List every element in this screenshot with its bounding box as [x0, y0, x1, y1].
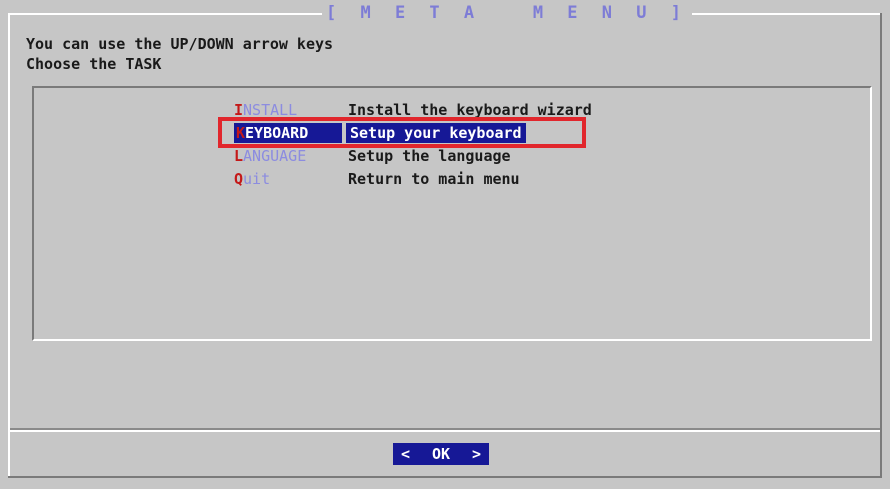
menu-item-tag: KEYBOARD	[234, 123, 342, 143]
button-bar-separator	[10, 430, 880, 432]
menu-item-description: Install the keyboard wizard	[348, 101, 592, 119]
menu-item-hotkey: I	[234, 101, 244, 119]
menu-item-description: Setup your keyboard	[346, 123, 526, 143]
menu-item-quit[interactable]: Quit Return to main menu	[234, 169, 520, 189]
menu-item-keyboard[interactable]: KEYBOARD Setup your keyboard	[234, 123, 526, 143]
ok-left-arrow: <	[401, 445, 411, 463]
menu-item-tag-rest: EYBOARD	[245, 124, 309, 142]
menu-item-tag: Quit	[234, 169, 344, 189]
menu-item-hotkey: Q	[234, 170, 244, 188]
dialog-title: [ M E T A M E N U ]	[322, 3, 692, 23]
menu-item-tag-rest: ANGUAGE	[243, 147, 307, 165]
task-menu-list: INSTALL Install the keyboard wizard KEYB…	[32, 86, 872, 341]
prompt-line-2: Choose the TASK	[26, 55, 162, 73]
menu-item-tag: LANGUAGE	[234, 146, 344, 166]
ok-button-label: OK	[431, 445, 451, 463]
menu-item-tag-rest: NSTALL	[243, 101, 298, 119]
menu-item-tag-rest: uit	[243, 170, 271, 188]
menu-item-hotkey: L	[234, 147, 244, 165]
meta-menu-dialog: [ M E T A M E N U ] You can use the UP/D…	[0, 0, 890, 489]
prompt-line-1: You can use the UP/DOWN arrow keys	[26, 35, 334, 53]
dialog-frame-right	[880, 13, 882, 478]
menu-item-language[interactable]: LANGUAGE Setup the language	[234, 146, 511, 166]
ok-right-arrow: >	[471, 445, 481, 463]
menu-item-description: Return to main menu	[348, 170, 520, 188]
menu-item-tag: INSTALL	[234, 100, 344, 120]
menu-item-description: Setup the language	[348, 147, 511, 165]
menu-item-hotkey: K	[236, 124, 246, 142]
dialog-frame-bottom	[8, 476, 882, 478]
dialog-frame-left	[8, 13, 10, 478]
ok-button[interactable]: < OK >	[393, 443, 489, 465]
menu-item-install[interactable]: INSTALL Install the keyboard wizard	[234, 100, 592, 120]
